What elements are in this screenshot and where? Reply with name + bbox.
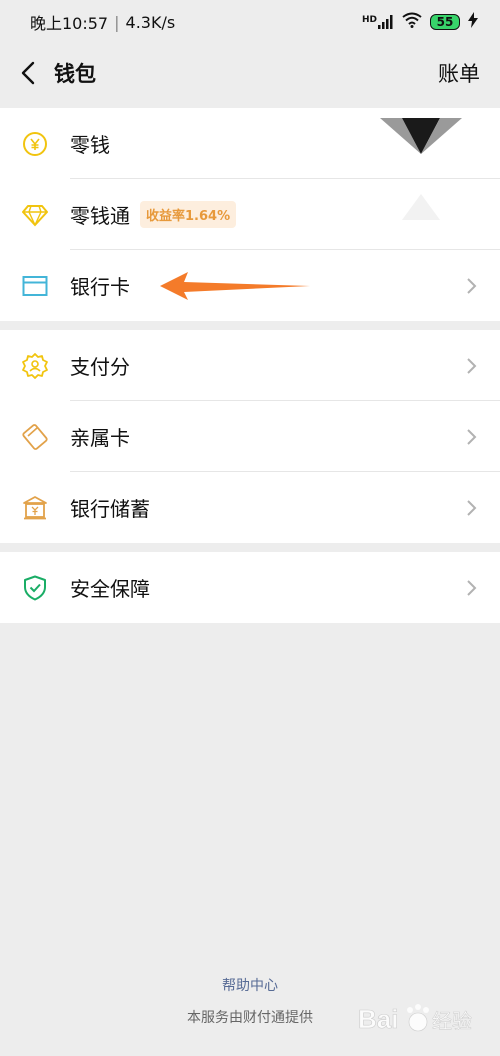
signal-icon: HD bbox=[362, 15, 394, 29]
wifi-icon bbox=[402, 12, 422, 32]
status-time: 晚上10:57 bbox=[30, 14, 109, 33]
nav-left: 钱包 bbox=[14, 58, 96, 88]
chevron-right-icon bbox=[467, 277, 477, 294]
status-speed: 4.3K/s bbox=[125, 12, 176, 32]
bill-button[interactable]: 账单 bbox=[438, 58, 480, 88]
svg-text:经验: 经验 bbox=[432, 1009, 472, 1033]
menu-item-label: 零钱通 bbox=[70, 204, 130, 228]
family-card-icon bbox=[22, 423, 48, 450]
svg-text:Bai: Bai bbox=[358, 1004, 398, 1034]
battery-indicator: 55 bbox=[430, 14, 460, 30]
payment-score-icon bbox=[22, 352, 48, 379]
menu-item-family-card[interactable]: 亲属卡 bbox=[0, 401, 500, 472]
chevron-right-icon bbox=[467, 499, 477, 516]
menu-item-payment-score[interactable]: 支付分 bbox=[0, 330, 500, 401]
baidu-paw-logo: Bai 经验 bbox=[358, 1004, 473, 1035]
wallet-group-3: 安全保障 bbox=[0, 552, 500, 623]
menu-item-label: 亲属卡 bbox=[70, 426, 130, 450]
chevron-right-icon bbox=[467, 579, 477, 596]
status-separator: | bbox=[114, 12, 120, 32]
status-left: 晚上10:57 | 4.3K/s bbox=[30, 10, 175, 34]
menu-item-label: 银行储蓄 bbox=[70, 497, 150, 521]
back-button[interactable] bbox=[14, 59, 42, 87]
menu-item-bank-savings[interactable]: 银行储蓄 bbox=[0, 472, 500, 543]
overlay-triangle-icon bbox=[380, 118, 462, 154]
menu-item-label: 支付分 bbox=[70, 355, 130, 379]
bank-card-icon bbox=[22, 273, 48, 299]
charging-icon bbox=[468, 12, 478, 32]
yield-badge: 收益率1.64% bbox=[140, 201, 237, 228]
wallet-group-2: 支付分 亲属卡 银行储蓄 bbox=[0, 330, 500, 543]
help-center-link[interactable]: 帮助中心 bbox=[0, 975, 500, 995]
menu-item-security[interactable]: 安全保障 bbox=[0, 552, 500, 623]
annotation-arrow-icon bbox=[160, 272, 310, 300]
baidu-watermark: Bai 经验 bbox=[354, 996, 484, 1042]
chevron-right-icon bbox=[467, 428, 477, 445]
yuan-coin-icon bbox=[22, 131, 48, 157]
shield-icon bbox=[22, 575, 48, 601]
menu-item-label: 零钱 bbox=[70, 133, 110, 157]
page-title: 钱包 bbox=[54, 62, 96, 86]
diamond-icon bbox=[22, 202, 48, 228]
menu-item-label: 安全保障 bbox=[70, 577, 150, 601]
back-arrow-icon bbox=[21, 61, 35, 85]
network-type: HD bbox=[361, 15, 377, 25]
menu-item-label: 银行卡 bbox=[70, 275, 130, 299]
nav-bar: 钱包 账单 bbox=[0, 44, 500, 102]
overlay-triangle-faint-icon bbox=[402, 194, 440, 220]
status-bar: 晚上10:57 | 4.3K/s HD 55 bbox=[0, 0, 500, 44]
chevron-right-icon bbox=[467, 357, 477, 374]
bank-savings-icon bbox=[22, 495, 48, 521]
status-right: HD 55 bbox=[362, 12, 478, 32]
